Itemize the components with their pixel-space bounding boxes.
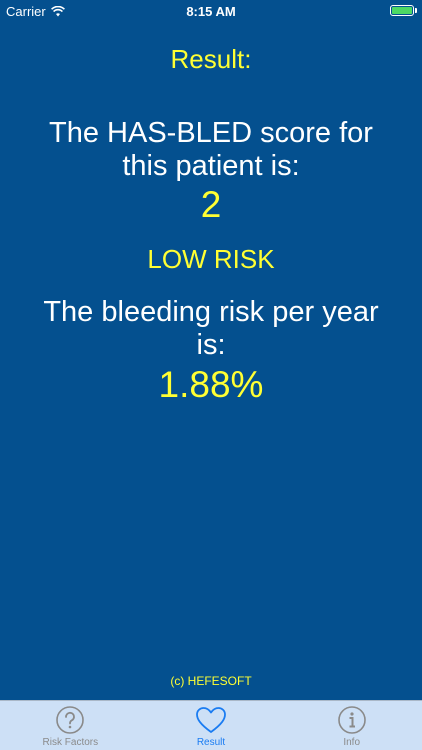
tab-risk-factors[interactable]: Risk Factors — [0, 701, 141, 750]
tab-label-risk-factors: Risk Factors — [42, 737, 99, 748]
tab-result[interactable]: Result — [141, 701, 282, 750]
bleeding-risk-label: The bleeding risk per year is: — [43, 296, 379, 361]
tab-bar: Risk Factors Result Info — [0, 700, 422, 750]
tab-info[interactable]: Info — [281, 701, 422, 750]
bleeding-risk-value: 1.88% — [158, 364, 264, 405]
tab-label-info: Info — [343, 737, 361, 748]
info-circle-icon — [337, 705, 367, 735]
battery-icon — [390, 5, 414, 16]
heart-icon — [194, 705, 228, 735]
question-circle-icon — [55, 705, 85, 735]
risk-level: LOW RISK — [147, 244, 275, 274]
battery-level — [392, 7, 412, 14]
copyright: (c) HEFESOFT — [170, 674, 252, 688]
result-heading: Result: — [170, 44, 252, 74]
tab-label-result: Result — [196, 737, 226, 748]
score-label: The HAS-BLED score for this patient is: — [49, 117, 373, 182]
status-time: 8:15 AM — [186, 4, 236, 19]
battery-tip — [415, 8, 417, 13]
score-value: 2 — [200, 184, 222, 225]
status-bar: Carrier 8:15 AM — [0, 0, 422, 22]
